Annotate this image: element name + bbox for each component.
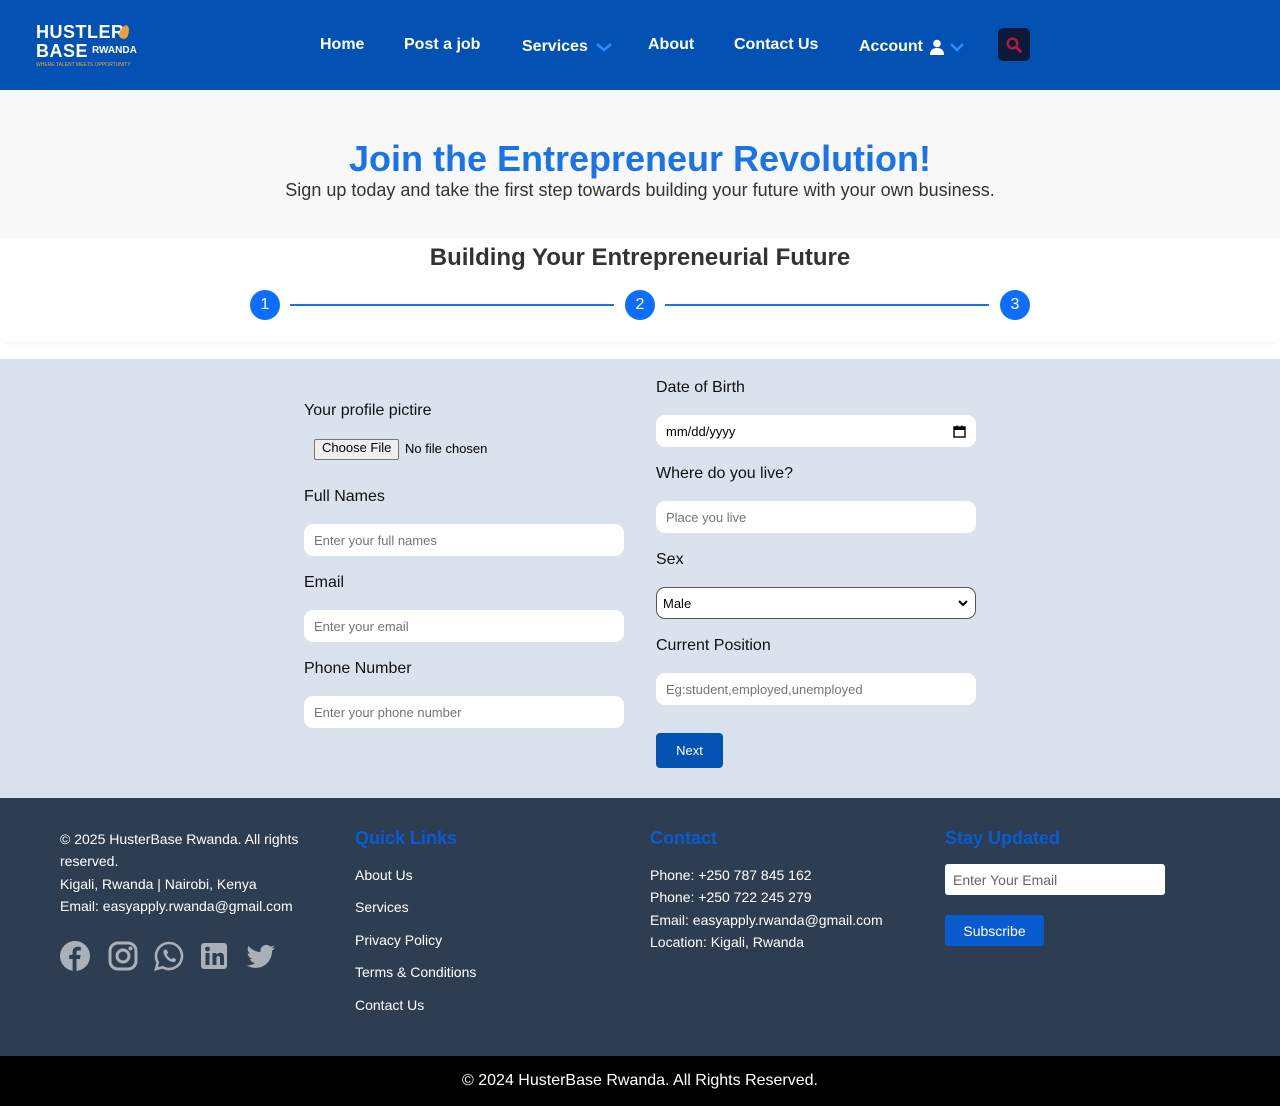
dob-input[interactable]: mm/dd/yyyy <box>656 415 976 447</box>
hustlerbase-logo[interactable]: HUSTLER BASE RWANDA WHERE TALENT MEETS O… <box>34 22 137 72</box>
linkedin-icon[interactable] <box>198 940 230 972</box>
phone-label: Phone Number <box>304 660 412 677</box>
whatsapp-icon[interactable] <box>153 940 185 972</box>
newsletter-email-input[interactable] <box>945 864 1165 895</box>
twitter-icon[interactable] <box>245 940 277 972</box>
step-indicator-1: 1 <box>250 290 280 320</box>
chevron-down-icon <box>958 600 968 607</box>
sex-label: Sex <box>656 551 684 568</box>
footer-link-privacy[interactable]: Privacy Policy <box>355 932 442 948</box>
step-indicator-2: 2 <box>625 290 655 320</box>
instagram-icon[interactable] <box>107 940 139 972</box>
profile-picture-label: Your profile pictire <box>304 402 432 419</box>
nav-account-dropdown[interactable]: Account <box>859 38 965 56</box>
chevron-down-icon <box>950 42 964 52</box>
nav-contact-link[interactable]: Contact Us <box>734 36 818 54</box>
contact-location: Location: Kigali, Rwanda <box>650 934 805 950</box>
step-connector <box>290 304 614 306</box>
subscribe-button[interactable]: Subscribe <box>945 915 1044 946</box>
dob-label: Date of Birth <box>656 379 745 396</box>
dob-value: mm/dd/yyyy <box>666 423 736 439</box>
footer-link-contact[interactable]: Contact Us <box>355 997 424 1013</box>
email-label: Email <box>304 574 345 591</box>
footer-location: Kigali, Rwanda | Nairobi, Kenya <box>60 876 257 892</box>
logo-line-2: BASE <box>36 41 89 61</box>
sex-selected-value: Male <box>663 595 692 611</box>
phone-input[interactable] <box>304 696 624 728</box>
logo-tagline: WHERE TALENT MEETS OPPORTUNITY <box>36 62 131 68</box>
residence-input[interactable] <box>656 501 976 533</box>
residence-label: Where do you live? <box>656 465 793 482</box>
step-indicator-3: 3 <box>1000 290 1030 320</box>
hero-title: Join the Entrepreneur Revolution! <box>348 138 932 179</box>
next-button[interactable]: Next <box>656 733 723 768</box>
nav-services-dropdown[interactable]: Services <box>522 38 613 56</box>
nav-services-label: Services <box>522 38 588 55</box>
full-names-label: Full Names <box>304 488 385 505</box>
search-icon <box>1006 36 1022 53</box>
file-status-text: No file chosen <box>405 441 488 456</box>
current-position-label: Current Position <box>656 637 771 654</box>
footer-email: Email: easyapply.rwanda@gmail.com <box>60 898 293 914</box>
top-navbar: HUSTLER BASE RWANDA WHERE TALENT MEETS O… <box>0 0 1280 90</box>
nav-home-link[interactable]: Home <box>320 36 364 54</box>
newsletter-heading: Stay Updated <box>945 828 1061 848</box>
steps-heading: Building Your Entrepreneurial Future <box>429 244 851 271</box>
nav-account-label: Account <box>859 38 923 55</box>
logo-line-3: RWANDA <box>92 45 137 56</box>
quick-links-heading: Quick Links <box>355 828 458 848</box>
contact-phone-2: Phone: +250 722 245 279 <box>650 889 812 905</box>
hero-subtitle: Sign up today and take the first step to… <box>285 180 995 200</box>
footer-copyright: © 2025 HusterBase Rwanda. All rights res… <box>60 831 299 869</box>
chevron-down-icon <box>596 42 613 52</box>
full-names-input[interactable] <box>304 524 624 556</box>
footer-link-terms[interactable]: Terms & Conditions <box>355 964 476 980</box>
footer-link-services[interactable]: Services <box>355 899 409 915</box>
footer-link-about[interactable]: About Us <box>355 867 413 883</box>
nav-about-link[interactable]: About <box>648 36 694 54</box>
current-position-input[interactable] <box>656 673 976 705</box>
user-icon <box>930 39 945 55</box>
calendar-icon[interactable] <box>953 425 966 438</box>
contact-email: Email: easyapply.rwanda@gmail.com <box>650 912 883 928</box>
facebook-icon[interactable] <box>59 940 91 972</box>
email-input[interactable] <box>304 610 624 642</box>
registration-form <box>0 359 1280 798</box>
nav-post-job-link[interactable]: Post a job <box>404 36 480 54</box>
contact-phone-1: Phone: +250 787 845 162 <box>650 867 812 883</box>
hero-section: Join the Entrepreneur Revolution! Sign u… <box>0 90 1280 238</box>
step-connector <box>665 304 989 306</box>
search-button[interactable] <box>998 28 1030 61</box>
contact-heading: Contact <box>650 828 717 848</box>
logo-line-1: HUSTLER <box>36 22 125 42</box>
choose-file-button[interactable]: Choose File <box>314 439 400 460</box>
progress-steps-card: Building Your Entrepreneurial Future 1 2… <box>0 238 1280 342</box>
sex-select[interactable]: Male <box>656 587 976 619</box>
bottom-copyright-text: © 2024 HusterBase Rwanda. All Rights Res… <box>462 1072 818 1089</box>
bottom-copyright-bar: © 2024 HusterBase Rwanda. All Rights Res… <box>0 1056 1280 1106</box>
